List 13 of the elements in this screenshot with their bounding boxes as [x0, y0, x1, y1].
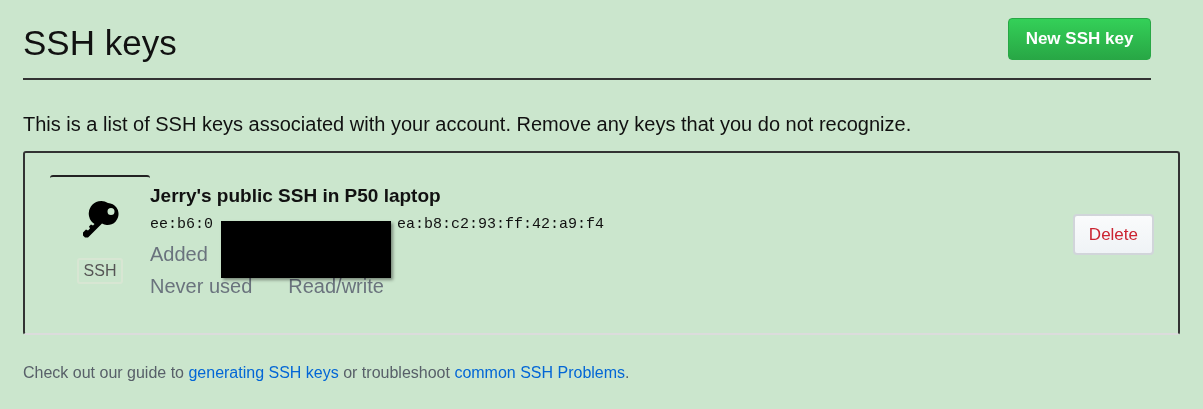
added-date-text: Added: [150, 242, 209, 267]
footer-text: Check out our guide to generating SSH keys or troubleshoot common SSH Problems.: [23, 363, 631, 383]
footer-link[interactable]: generating SSH keys: [188, 364, 339, 381]
page-title: SSH keys: [23, 22, 177, 64]
fingerprint-text: ee:b6:0: [150, 215, 213, 235]
ssh-label: SSH: [76, 258, 124, 284]
description-text: This is a list of SSH keys associated with your account. Remove any keys that you do not recognize.: [23, 112, 913, 137]
new-ssh-key-button[interactable]: New SSH key: [1008, 18, 1151, 60]
key-title: Jerry's public SSH in P50 laptop: [150, 184, 442, 208]
access-text: Read/write: [288, 274, 384, 299]
usage-text: Never used: [150, 274, 253, 299]
fingerprint-text: ea:b8:c2:93:ff:42:a9:f4: [397, 215, 605, 235]
delete-button[interactable]: Delete: [1072, 214, 1154, 255]
